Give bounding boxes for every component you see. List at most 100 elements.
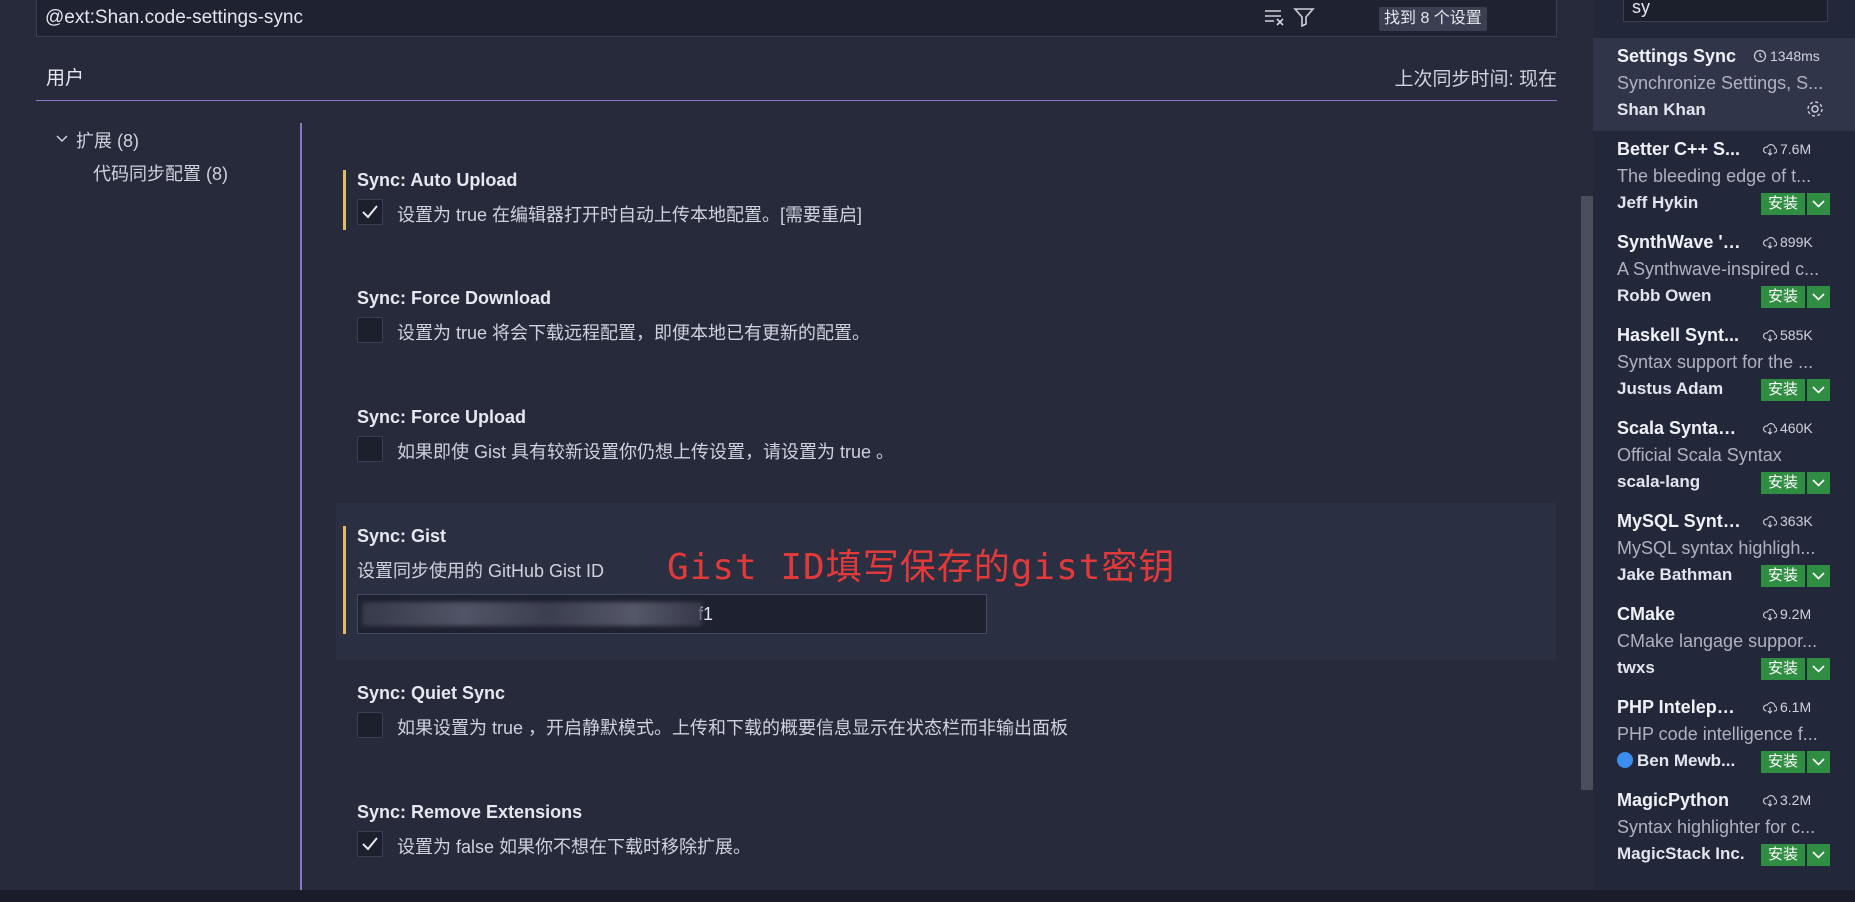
cloud-download-icon [1763, 237, 1778, 249]
extension-description: MySQL syntax highligh... [1617, 538, 1816, 558]
extension-author: Justus Adam [1617, 379, 1724, 398]
install-button[interactable]: 安装 [1761, 193, 1805, 215]
chevron-down-icon [1812, 293, 1825, 301]
extension-name: MagicPython [1617, 790, 1730, 810]
extension-activation-time: 1348ms [1753, 48, 1820, 64]
install-dropdown-button[interactable] [1807, 193, 1830, 215]
extensions-panel: Settings Sync 1348ms Synchronize Setting… [1593, 0, 1855, 890]
install-dropdown-button[interactable] [1807, 379, 1830, 401]
extension-download-count: 363K [1763, 513, 1813, 529]
install-dropdown-button[interactable] [1807, 472, 1830, 494]
extension-item-settings-sync[interactable]: Settings Sync 1348ms Synchronize Setting… [1593, 38, 1855, 131]
extension-item[interactable]: Haskell Synt... 585K Syntax support for … [1593, 317, 1855, 410]
install-button[interactable]: 安装 [1761, 658, 1805, 680]
extension-item[interactable]: PHP Inteleph... 6.1M PHP code intelligen… [1593, 689, 1855, 782]
cloud-download-icon [1763, 795, 1778, 807]
install-dropdown-button[interactable] [1807, 286, 1830, 308]
extension-author: Robb Owen [1617, 286, 1712, 305]
status-bar [0, 890, 1855, 902]
extension-author: Jeff Hykin [1617, 193, 1699, 212]
extension-name: Haskell Synt... [1617, 325, 1740, 345]
extension-description: CMake langage suppor... [1617, 631, 1818, 651]
extension-item[interactable]: CMake 9.2M CMake langage suppor... twxs … [1593, 596, 1855, 689]
extension-download-count: 460K [1763, 420, 1813, 436]
setting-title: Sync: Force Upload [357, 407, 527, 427]
install-button[interactable]: 安装 [1761, 844, 1805, 866]
extension-item[interactable]: MagicPython 3.2M Syntax highlighter for … [1593, 782, 1855, 875]
install-button[interactable]: 安装 [1761, 472, 1805, 494]
setting-description: 设置为 true 在编辑器打开时自动上传本地配置。[需要重启] [397, 205, 863, 225]
extension-download-count: 9.2M [1763, 606, 1811, 622]
toc-extensions-label: 扩展 (8) [76, 131, 139, 151]
force-download-checkbox[interactable] [357, 317, 383, 343]
install-dropdown-button[interactable] [1807, 565, 1830, 587]
extension-description: The bleeding edge of t... [1617, 166, 1812, 186]
setting-force-upload: Sync: Force Upload 如果即使 Gist 具有较新设置你仍想上传… [336, 403, 1556, 473]
remove-extensions-checkbox[interactable] [357, 831, 383, 857]
results-count-badge: 找到 8 个设置 [1379, 7, 1487, 31]
extension-description: Synchronize Settings, S... [1617, 73, 1824, 93]
setting-title: Sync: Quiet Sync [357, 683, 506, 703]
extension-item[interactable]: Scala Syntax ... 460K Official Scala Syn… [1593, 410, 1855, 503]
extension-description: Syntax highlighter for c... [1617, 817, 1816, 837]
extension-item[interactable]: MySQL Syntax 363K MySQL syntax highligh.… [1593, 503, 1855, 596]
verified-publisher-icon [1617, 752, 1633, 768]
install-button[interactable]: 安装 [1761, 565, 1805, 587]
cloud-download-icon [1763, 516, 1778, 528]
extension-download-count: 585K [1763, 327, 1813, 343]
extension-author: Ben Mewb... [1617, 751, 1757, 771]
extension-download-count: 7.6M [1763, 141, 1811, 157]
chevron-down-icon [1812, 665, 1825, 673]
toc-item-sync-config[interactable]: 代码同步配置 (8) [93, 160, 228, 186]
install-button[interactable]: 安装 [1761, 286, 1805, 308]
extension-description: A Synthwave-inspired c... [1617, 259, 1820, 279]
extension-name: PHP Inteleph... [1617, 697, 1742, 717]
tabs-divider [36, 100, 1557, 101]
cloud-download-icon [1763, 144, 1778, 156]
setting-title: Sync: Auto Upload [357, 170, 518, 190]
chevron-down-icon [1812, 200, 1825, 208]
extension-name: MySQL Syntax [1617, 511, 1742, 531]
extension-download-count: 6.1M [1763, 699, 1811, 715]
extension-author: scala-lang [1617, 472, 1701, 491]
extension-name: CMake [1617, 604, 1676, 624]
cloud-download-icon [1763, 330, 1778, 342]
settings-scrollbar[interactable] [1581, 196, 1593, 790]
settings-search-input[interactable] [45, 0, 1345, 36]
cloud-download-icon [1763, 423, 1778, 435]
install-dropdown-button[interactable] [1807, 751, 1830, 773]
setting-description: 如果即使 Gist 具有较新设置你仍想上传设置，请设置为 true 。 [397, 442, 895, 462]
quiet-sync-checkbox[interactable] [357, 712, 383, 738]
extension-description: Official Scala Syntax [1617, 445, 1782, 465]
last-sync-time: 上次同步时间: 现在 [1394, 69, 1557, 90]
install-button[interactable]: 安装 [1761, 379, 1805, 401]
install-dropdown-button[interactable] [1807, 844, 1830, 866]
clear-filter-icon[interactable] [1263, 6, 1289, 30]
extensions-search-input[interactable] [1623, 0, 1828, 22]
extension-name: Better C++ S... [1617, 139, 1741, 159]
force-upload-checkbox[interactable] [357, 436, 383, 462]
tab-user[interactable]: 用户 [46, 63, 84, 90]
modified-indicator [343, 526, 346, 634]
extension-name: SynthWave '84 [1617, 232, 1742, 252]
settings-search-bar: 找到 8 个设置 [36, 0, 1557, 37]
setting-force-download: Sync: Force Download 设置为 true 将会下载远程配置，即… [336, 284, 1556, 354]
install-dropdown-button[interactable] [1807, 658, 1830, 680]
install-button[interactable]: 安装 [1761, 751, 1805, 773]
auto-upload-checkbox[interactable] [357, 199, 383, 225]
chevron-down-icon [1812, 479, 1825, 487]
extension-item[interactable]: SynthWave '84 899K A Synthwave-inspired … [1593, 224, 1855, 317]
setting-title: Sync: Gist [357, 526, 447, 546]
gear-icon[interactable] [1804, 98, 1826, 125]
setting-description: 设置同步使用的 GitHub Gist ID [357, 561, 605, 581]
extension-description: PHP code intelligence f... [1617, 724, 1818, 744]
extension-author: twxs [1617, 658, 1655, 677]
chevron-down-icon [1812, 851, 1825, 859]
history-icon [1753, 49, 1767, 63]
extension-author: Shan Khan [1617, 100, 1706, 119]
extension-name: Scala Syntax ... [1617, 418, 1742, 438]
extension-item[interactable]: Better C++ S... 7.6M The bleeding edge o… [1593, 131, 1855, 224]
setting-remove-extensions: Sync: Remove Extensions 设置为 false 如果你不想在… [336, 798, 1556, 868]
filter-icon[interactable] [1293, 6, 1319, 30]
toc-item-extensions[interactable]: 扩展 (8) [56, 127, 139, 153]
